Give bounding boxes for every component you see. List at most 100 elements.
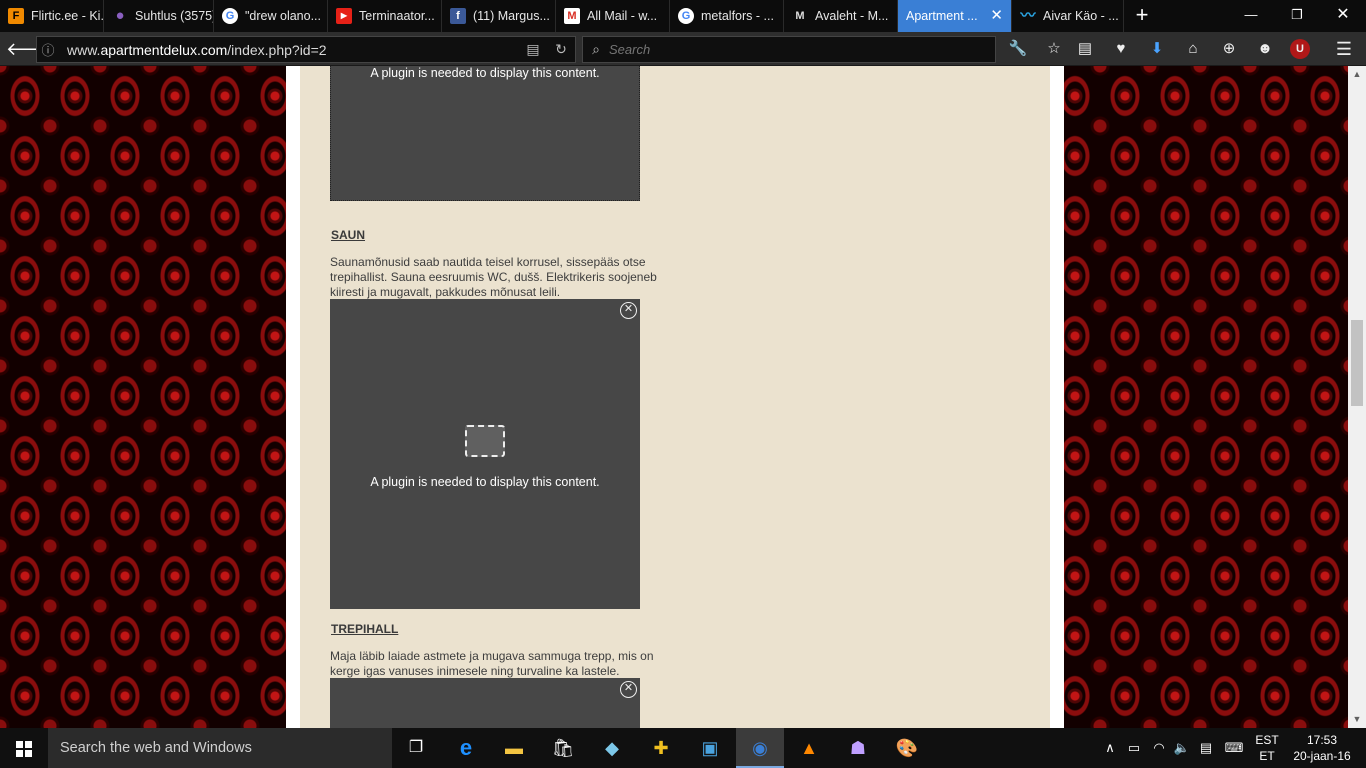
show-hidden-icons-icon[interactable]: ∧ xyxy=(1100,739,1120,757)
paint-icon[interactable]: 🎨 xyxy=(883,728,931,768)
tab-title: Avaleht - M... xyxy=(815,9,889,23)
tab-title: "drew olano... xyxy=(245,9,322,23)
tab-title: Apartment ... xyxy=(906,9,978,23)
language-code: EST xyxy=(1255,733,1279,747)
page-viewport: A plugin is needed to display this conte… xyxy=(0,66,1348,728)
tab-7[interactable]: M Avaleht - M... xyxy=(784,0,898,32)
tab-8-active[interactable]: Apartment ... ✕ xyxy=(898,0,1012,32)
address-bar[interactable]: ⓘ www.apartmentdelux.com/index.php?id=2 … xyxy=(36,36,576,63)
globe-icon[interactable]: ⊕ xyxy=(1217,38,1241,60)
tab-4[interactable]: f (11) Margus... xyxy=(442,0,556,32)
tab-1[interactable]: ● Suhtlus (3575) xyxy=(104,0,214,32)
tab-0[interactable]: F Flirtic.ee - Ki... xyxy=(0,0,104,32)
close-window-button[interactable]: ✕ xyxy=(1320,0,1366,32)
clock[interactable]: 17:53 20-jaan-16 xyxy=(1290,732,1354,768)
keyboard-icon[interactable]: ⌨ xyxy=(1222,739,1246,757)
plugin-placeholder-1[interactable]: A plugin is needed to display this conte… xyxy=(330,66,640,201)
flirtic-icon: F xyxy=(8,8,24,24)
search-input[interactable] xyxy=(609,42,979,57)
gmail-icon: M xyxy=(564,8,580,24)
tab-title: Aivar Käo - ... xyxy=(1043,9,1119,23)
new-tab-button[interactable]: + xyxy=(1124,0,1160,32)
clock-time: 17:53 xyxy=(1306,733,1338,747)
edge-icon[interactable]: e xyxy=(442,728,490,768)
pocket-icon[interactable]: ♥ xyxy=(1109,38,1133,60)
trepihall-heading: TREPIHALL xyxy=(331,622,399,636)
file-explorer-icon[interactable]: ▬ xyxy=(490,728,538,768)
wrench-icon[interactable]: 🔧 xyxy=(1006,38,1030,60)
tab-3[interactable]: ▶ Terminaator... xyxy=(328,0,442,32)
pulse-icon: 〰 xyxy=(1020,7,1036,24)
mm-icon: M xyxy=(795,10,805,22)
menu-icon[interactable]: ☰ xyxy=(1332,38,1356,60)
download-icon[interactable]: ⬇ xyxy=(1145,38,1169,60)
youtube-icon: ▶ xyxy=(336,8,352,24)
taskbar-search[interactable]: Search the web and Windows xyxy=(48,728,392,768)
home-icon[interactable]: ⌂ xyxy=(1181,38,1205,60)
control-panel-icon[interactable]: ▣ xyxy=(686,728,734,768)
facebook-icon: f xyxy=(450,8,466,24)
google-icon: G xyxy=(222,8,238,24)
search-bar[interactable]: ⌕ xyxy=(582,36,996,63)
vlc-icon[interactable]: ▲ xyxy=(785,728,833,768)
tab-title: Suhtlus (3575) xyxy=(135,9,214,23)
bookmarks-list-icon[interactable]: ▤ xyxy=(1073,38,1097,60)
plugin-icon xyxy=(465,425,505,457)
restore-button[interactable]: ❐ xyxy=(1274,0,1320,32)
minimize-button[interactable]: — xyxy=(1228,0,1274,32)
tab-title: Flirtic.ee - Ki... xyxy=(31,9,104,23)
address-text[interactable]: www.apartmentdelux.com/index.php?id=2 xyxy=(67,42,519,58)
clock-date: 20-jaan-16 xyxy=(1293,749,1351,763)
google-icon: G xyxy=(678,8,694,24)
site-info-icon[interactable]: ⓘ xyxy=(37,40,59,59)
notes-app-icon[interactable]: ◆ xyxy=(588,728,636,768)
close-tab-icon[interactable]: ✕ xyxy=(990,8,1003,23)
scroll-down-arrow[interactable]: ▼ xyxy=(1348,711,1366,728)
tab-title: All Mail - w... xyxy=(587,9,658,23)
plugin-placeholder-3[interactable]: ✕ xyxy=(330,678,640,728)
wifi-icon[interactable]: ◠ xyxy=(1149,739,1169,757)
tab-title: metalfors - ... xyxy=(701,9,774,23)
scroll-thumb[interactable] xyxy=(1351,320,1363,406)
volume-icon[interactable]: 🔈 xyxy=(1172,739,1192,757)
tab-9[interactable]: 〰 Aivar Käo - ... xyxy=(1012,0,1124,32)
saun-heading: SAUN xyxy=(331,228,366,242)
keyboard-layout: ET xyxy=(1259,749,1275,763)
reader-view-icon[interactable]: ▤ xyxy=(519,41,547,58)
page-column: A plugin is needed to display this conte… xyxy=(286,66,1064,728)
scroll-up-arrow[interactable]: ▲ xyxy=(1348,66,1366,83)
battery-icon[interactable]: ▭ xyxy=(1124,739,1144,757)
firefox-icon[interactable]: ◉ xyxy=(736,728,784,768)
plugin-message: A plugin is needed to display this conte… xyxy=(370,66,600,80)
tab-title: (11) Margus... xyxy=(473,9,550,23)
tab-bar: F Flirtic.ee - Ki... ● Suhtlus (3575) G … xyxy=(0,0,1366,32)
tab-5[interactable]: M All Mail - w... xyxy=(556,0,670,32)
back-button[interactable]: 🡐 xyxy=(6,36,54,62)
input-language[interactable]: EST ET xyxy=(1250,732,1284,768)
plugin-message: A plugin is needed to display this conte… xyxy=(370,475,600,489)
bookmark-star-icon[interactable]: ☆ xyxy=(1042,38,1066,60)
tab-2[interactable]: G "drew olano... xyxy=(214,0,328,32)
navigation-bar: 🡐 ⓘ www.apartmentdelux.com/index.php?id=… xyxy=(0,32,1366,66)
task-view-icon[interactable]: ❐ xyxy=(392,728,440,768)
content-area: A plugin is needed to display this conte… xyxy=(300,66,1050,728)
start-button[interactable] xyxy=(0,728,48,768)
vertical-scrollbar[interactable]: ▲ ▼ xyxy=(1348,66,1366,728)
taskbar: Search the web and Windows ❐ e ▬ 🛍 ◆ ✚ ▣… xyxy=(0,728,1366,768)
ublock-icon[interactable]: U xyxy=(1290,39,1310,59)
close-plugin-icon[interactable]: ✕ xyxy=(620,681,637,698)
reload-icon[interactable]: ↻ xyxy=(547,41,575,58)
puzzle-app-icon[interactable]: ✚ xyxy=(637,728,685,768)
tab-title: Terminaator... xyxy=(359,9,435,23)
rate-icon: ● xyxy=(115,7,125,24)
saun-text: Saunamõnusid saab nautida teisel korruse… xyxy=(330,255,657,299)
search-icon: ⌕ xyxy=(592,41,600,57)
emoji-icon[interactable]: ☻ xyxy=(1253,38,1277,60)
game-app-icon[interactable]: ☗ xyxy=(834,728,882,768)
tab-6[interactable]: G metalfors - ... xyxy=(670,0,784,32)
close-plugin-icon[interactable]: ✕ xyxy=(620,302,637,319)
trepihall-text: Maja läbib laiade astmete ja mugava samm… xyxy=(330,649,654,678)
store-icon[interactable]: 🛍 xyxy=(539,728,587,768)
action-center-icon[interactable]: ▤ xyxy=(1196,739,1216,757)
plugin-placeholder-2[interactable]: ✕ A plugin is needed to display this con… xyxy=(330,299,640,609)
